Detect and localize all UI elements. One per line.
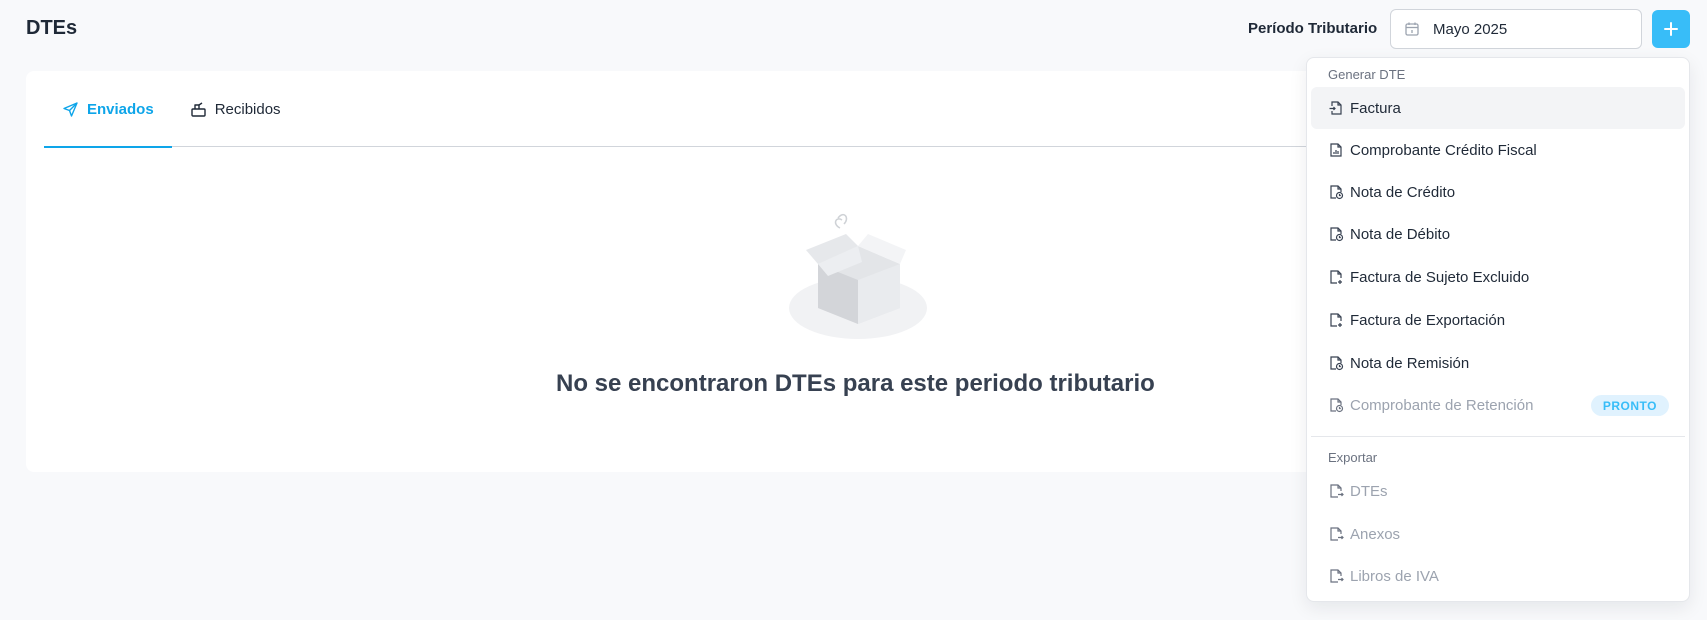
- period-label: Período Tributario: [1248, 20, 1378, 37]
- menu-item-nota-de-debito[interactable]: Nota de Débito: [1311, 213, 1685, 255]
- calendar-icon: [1403, 20, 1421, 38]
- tab-enviados[interactable]: Enviados: [44, 71, 172, 148]
- menu-item-label: Comprobante de Retención: [1350, 396, 1534, 414]
- menu-item-label: Factura de Exportación: [1350, 311, 1506, 329]
- period-value: Mayo 2025: [1433, 20, 1508, 38]
- menu-item-comprobante-de-retencion: Comprobante de Retención PRONTO: [1311, 384, 1685, 426]
- menu-item-factura-de-exportacion[interactable]: Factura de Exportación: [1311, 299, 1685, 341]
- menu-item-label: Nota de Remisión: [1350, 354, 1470, 372]
- menu-item-export-dtes: DTEs: [1311, 470, 1685, 512]
- export-header: Exportar: [1328, 450, 1378, 465]
- menu-item-label: DTEs: [1350, 482, 1388, 500]
- menu-item-export-anexos: Anexos: [1311, 513, 1685, 555]
- menu-item-factura-sujeto-excluido[interactable]: Factura de Sujeto Excluido: [1311, 256, 1685, 298]
- file-import-icon: [1328, 100, 1344, 116]
- menu-item-nota-de-credito[interactable]: Nota de Crédito: [1311, 171, 1685, 213]
- coming-soon-badge: PRONTO: [1590, 395, 1669, 416]
- inbox-icon: [190, 101, 207, 118]
- file-clock-icon: [1328, 397, 1344, 413]
- menu-item-label: Anexos: [1350, 525, 1401, 543]
- menu-item-comprobante-credito-fiscal[interactable]: Comprobante Crédito Fiscal: [1311, 129, 1685, 171]
- period-picker[interactable]: Mayo 2025: [1390, 9, 1642, 49]
- menu-item-label: Nota de Crédito: [1350, 183, 1456, 201]
- dtes-card: Enviados Recibidos No se encontraron DTE…: [26, 71, 1326, 472]
- plus-icon: [1664, 22, 1678, 36]
- menu-item-export-libros-iva: Libros de IVA: [1311, 555, 1685, 597]
- empty-box-illustration: [788, 204, 928, 344]
- send-icon: [62, 101, 79, 118]
- file-clock-icon: [1328, 184, 1344, 200]
- menu-item-label: Factura de Sujeto Excluido: [1350, 268, 1530, 286]
- add-dte-button[interactable]: [1652, 10, 1690, 48]
- file-clock-icon: [1328, 226, 1344, 242]
- file-clock-icon: [1328, 355, 1344, 371]
- menu-item-label: Factura: [1350, 99, 1401, 117]
- tab-label: Recibidos: [214, 100, 281, 118]
- generate-dte-header: Generar DTE: [1328, 67, 1406, 82]
- file-export-icon: [1328, 568, 1344, 584]
- tab-label: Enviados: [87, 100, 154, 118]
- menu-item-label: Comprobante Crédito Fiscal: [1350, 141, 1537, 159]
- page: DTEs Período Tributario Mayo 2025 Enviad…: [0, 0, 1707, 620]
- file-export-icon: [1328, 526, 1344, 542]
- file-export-icon: [1328, 483, 1344, 499]
- add-dte-dropdown-menu: Generar DTE Factura Comprobante Crédito …: [1306, 57, 1690, 602]
- menu-item-factura[interactable]: Factura: [1311, 87, 1685, 129]
- tab-recibidos[interactable]: Recibidos: [172, 71, 299, 147]
- menu-item-nota-de-remision[interactable]: Nota de Remisión: [1311, 342, 1685, 384]
- page-title: DTEs: [26, 17, 78, 39]
- file-chart-icon: [1328, 142, 1344, 158]
- empty-state-message: No se encontraron DTEs para este periodo…: [556, 370, 1155, 397]
- tabs-bar: Enviados Recibidos: [44, 71, 1326, 148]
- file-plus-icon: [1328, 269, 1344, 285]
- menu-item-label: Libros de IVA: [1350, 567, 1439, 585]
- menu-divider: [1311, 436, 1685, 437]
- file-plus-icon: [1328, 312, 1344, 328]
- menu-item-label: Nota de Débito: [1350, 225, 1451, 243]
